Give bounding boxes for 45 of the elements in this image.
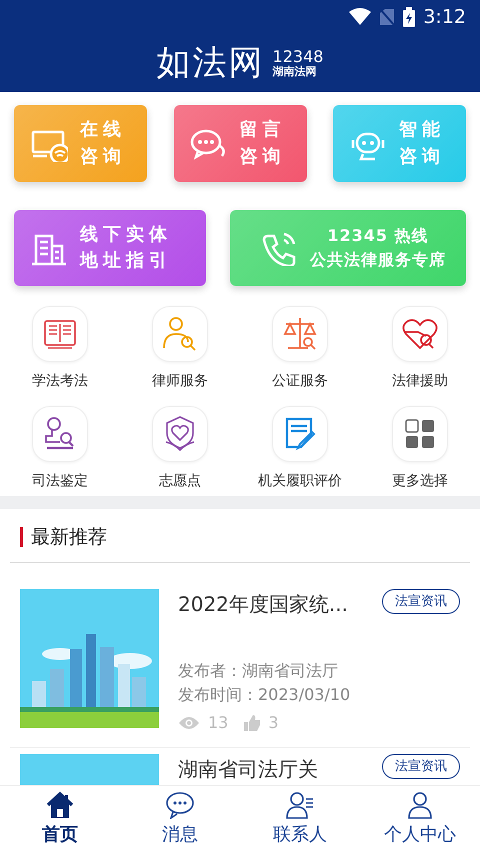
battery-icon [403, 7, 416, 27]
service-icon-button[interactable] [272, 406, 328, 462]
publish-time: 发布时间：2023/03/10 [178, 684, 352, 706]
nav-tab[interactable]: 联系人 [240, 786, 360, 853]
article-title: 2022年度国家统... [178, 590, 348, 618]
section-title: 最新推荐 [31, 525, 107, 550]
nav-tab[interactable]: 首页 [0, 786, 120, 853]
wifi-icon [349, 8, 372, 26]
eye-icon [178, 716, 200, 730]
service-label[interactable]: 志愿点 [159, 471, 201, 492]
service-icon-button[interactable] [392, 406, 448, 462]
home-icon [45, 791, 75, 819]
service-label[interactable]: 公证服务 [272, 371, 328, 392]
publisher-text: 发布者：湖南省司法厅 [178, 660, 339, 682]
service-label[interactable]: 法律援助 [392, 371, 448, 392]
service-icon-button[interactable] [152, 406, 208, 462]
no-sim-icon [379, 8, 396, 26]
service-label[interactable]: 机关履职评价 [258, 471, 342, 492]
service-label[interactable]: 学法考法 [32, 371, 88, 392]
view-count: 13 [208, 712, 228, 734]
service-label[interactable]: 更多选择 [392, 471, 448, 492]
service-icon-button[interactable] [32, 406, 88, 462]
thumbs-up-icon [244, 714, 260, 730]
like-count: 3 [268, 712, 279, 734]
article-card[interactable]: 2022年度国家统... 法宣资讯 发布者：湖南省司法厅 发布时间：2023/03/10 13 3 [10, 562, 470, 748]
section-marker [20, 527, 23, 548]
service-tile[interactable]: 线下实体 地址指引 [14, 210, 206, 286]
service-icon-button[interactable] [272, 306, 328, 362]
hotline-number: 12348 [272, 48, 324, 66]
chat-icon [165, 791, 195, 819]
app-logo: 如法网 [156, 46, 265, 80]
article-title: 湖南省司法厅关 [178, 756, 318, 782]
service-icon-button[interactable] [392, 306, 448, 362]
service-label[interactable]: 律师服务 [152, 371, 208, 392]
person-icon [405, 791, 435, 819]
site-name: 湖南法网 [272, 66, 318, 78]
status-time: 3:12 [423, 4, 466, 30]
service-label[interactable]: 司法鉴定 [32, 471, 88, 492]
phone-icon [260, 230, 298, 266]
service-icon-button[interactable] [32, 306, 88, 362]
nav-tab[interactable]: 个人中心 [360, 786, 480, 853]
category-tag: 法宣资讯 [382, 754, 460, 779]
contacts-icon [285, 791, 315, 819]
category-tag: 法宣资讯 [382, 588, 460, 614]
nav-tab[interactable]: 消息 [120, 786, 240, 853]
